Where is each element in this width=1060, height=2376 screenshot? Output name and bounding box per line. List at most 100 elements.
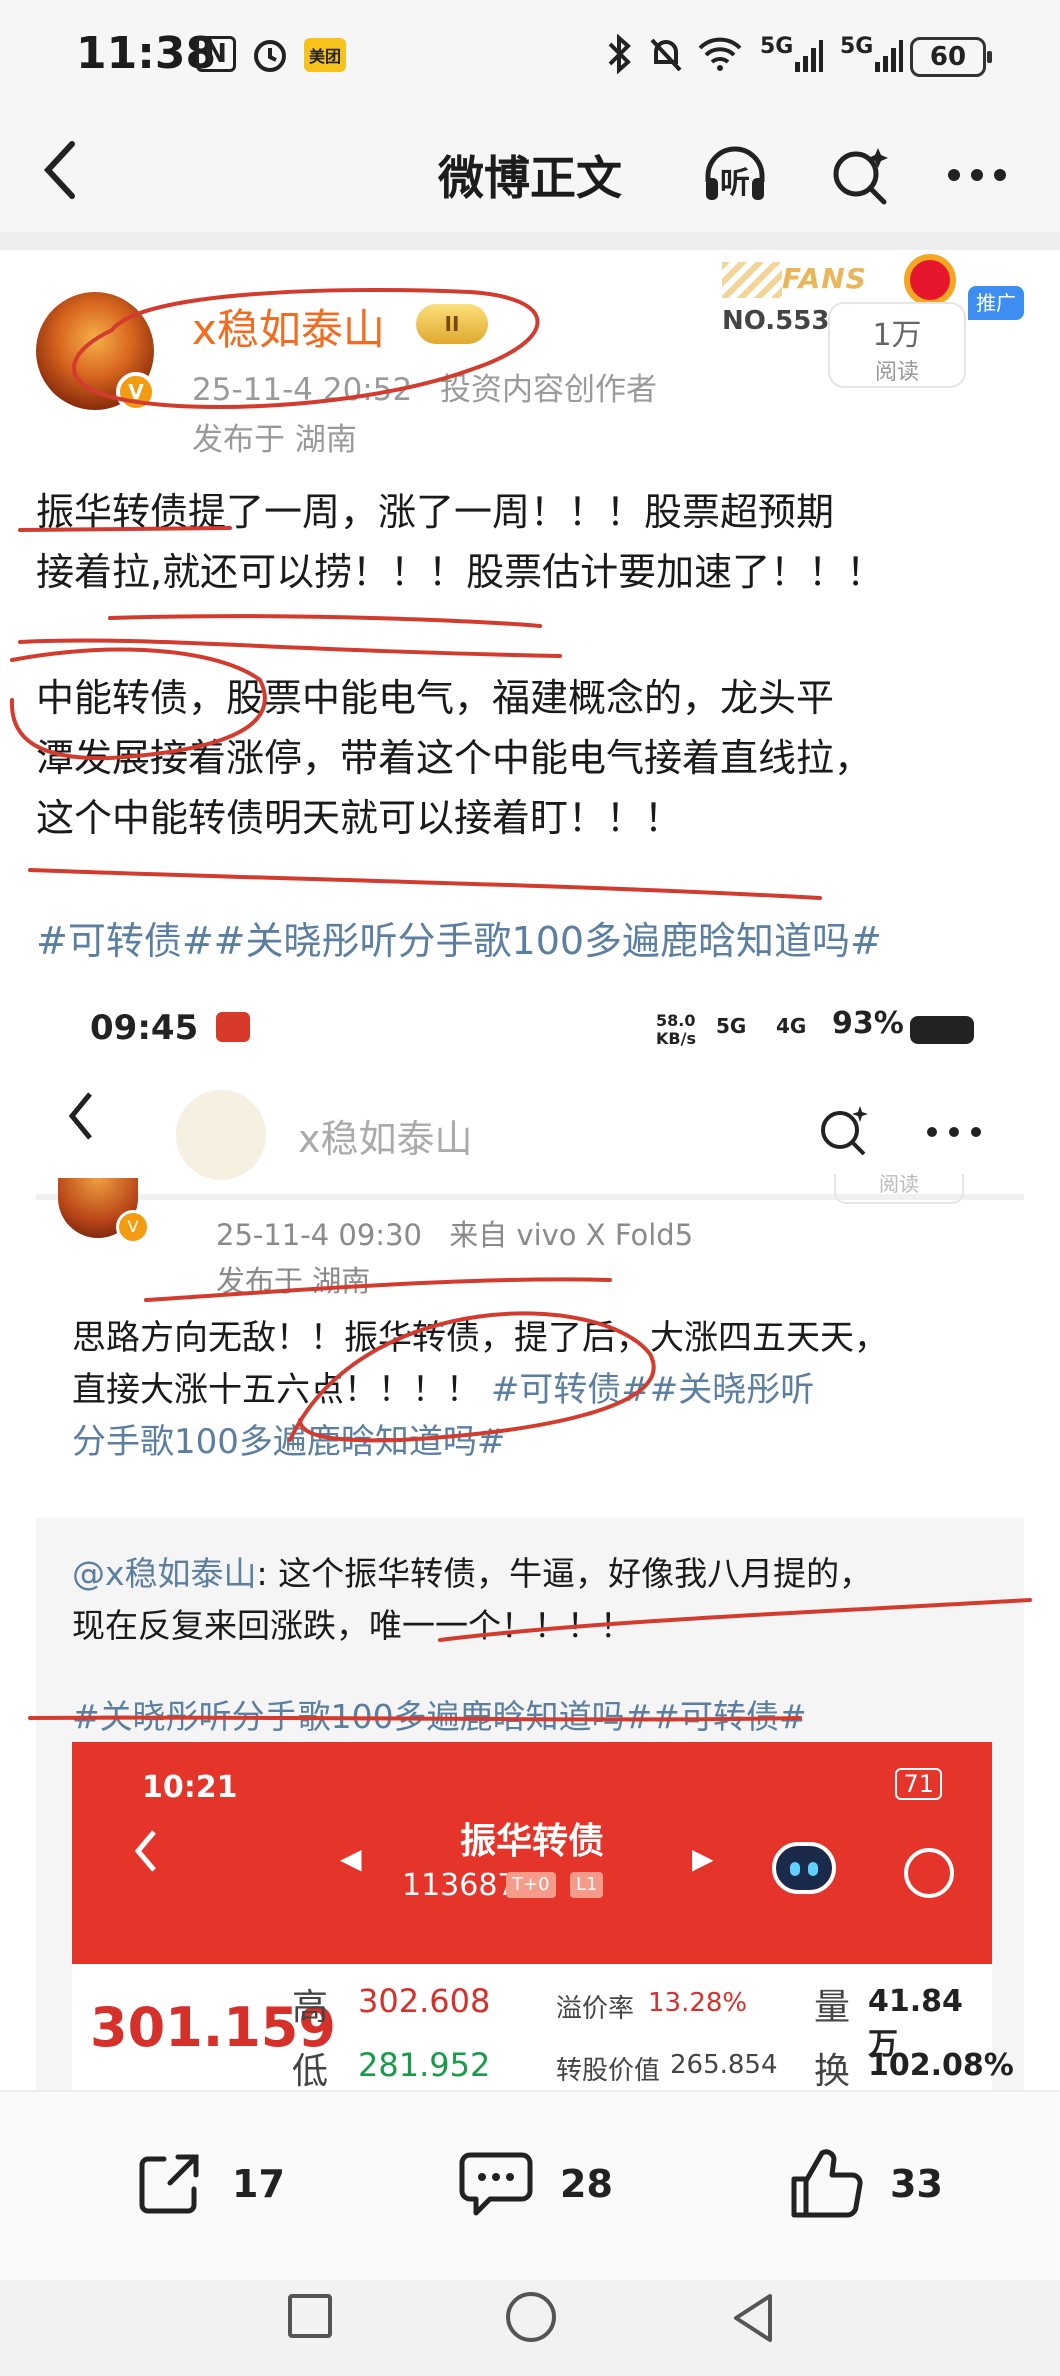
stock-volume-label: 量 (814, 1987, 851, 2028)
section-divider (0, 232, 1060, 250)
image-signal-5g: 5G (716, 1014, 747, 1038)
top-nav-bar: 微博正文 听 (0, 112, 1060, 232)
search-button[interactable] (826, 140, 896, 210)
post-date: 25-11-4 20:52 (192, 372, 413, 408)
share-count: 17 (232, 2162, 285, 2206)
image-repost-tags: #关晓彤听分手歌100多遍鹿晗知道吗##可转债# (72, 1697, 807, 1736)
stock-conv-value: 265.854 (670, 2050, 778, 2080)
post-line: 中能转债，股票中能电气，福建概念的，龙头平 (36, 676, 835, 720)
stock-code: 113687 (402, 1868, 517, 1903)
post-line: 接着拉,就还可以捞！！！股票估计要加速了！！！ (36, 550, 885, 594)
bottom-action-bar: 17 28 33 (0, 2090, 1060, 2280)
image-back-icon (66, 1088, 96, 1159)
image-status-time: 09:45 (90, 1008, 199, 1048)
alarm-icon (250, 34, 290, 74)
listen-label: 听 (720, 166, 750, 201)
image-repost-line-2: 现在反复来回涨跌，唯一一个！！！！ (72, 1606, 633, 1645)
post-image-screenshot[interactable]: 09:45 58.0 KB/s 5G 4G 93% x稳如泰山 V 阅读 25-… (36, 978, 1024, 2098)
stock-status-icons: 71 (895, 1768, 942, 1800)
post-line: 这个中能转债明天就可以接着盯！！！ (36, 796, 683, 840)
fans-stripe-decoration (722, 262, 782, 298)
post-line: 振华转债提了一周，涨了一周！！！股票超预期 (36, 490, 835, 534)
stock-turnover-label: 换 (814, 2051, 851, 2092)
signal-5g-label: 5G (760, 34, 794, 59)
system-back-button[interactable] (728, 2290, 778, 2350)
more-icon (948, 169, 1006, 181)
image-repost-text: @x稳如泰山: 这个振华转债，牛逼，好像我八月提的， 现在反复来回涨跌，唯一一个… (72, 1548, 992, 1652)
read-count-label: 阅读 (874, 360, 919, 385)
image-topic-tag-2: #关晓彤听 (649, 1370, 815, 1410)
promote-badge[interactable]: 推广 (968, 286, 1024, 320)
stock-high-label: 高 (292, 1987, 329, 2028)
stock-turnover-value: 102.08% (868, 2048, 1014, 2083)
stock-low-value: 281.952 (358, 2046, 491, 2084)
image-signal-4g: 4G (776, 1014, 807, 1038)
author-name[interactable]: x稳如泰山 (192, 296, 385, 357)
mute-icon (646, 34, 686, 74)
listen-button[interactable]: 听 (700, 140, 770, 210)
image-battery-text: 93% (832, 1006, 904, 1041)
image-repost-line-text: : 这个振华转债，牛逼，好像我八月提的， (256, 1554, 873, 1593)
stock-status-time: 10:21 (142, 1770, 238, 1805)
post-paragraph-1: 振华转债提了一周，涨了一周！！！股票超预期 接着拉,就还可以捞！！！股票估计要加… (36, 482, 1026, 602)
image-status-bar: 09:45 58.0 KB/s 5G 4G 93% (36, 978, 1024, 1068)
weibo-logo-icon (904, 254, 956, 306)
comment-icon (459, 2152, 533, 2216)
image-repost-block: @x稳如泰山: 这个振华转债，牛逼，好像我八月提的， 现在反复来回涨跌，唯一一个… (36, 1518, 1024, 2098)
image-post-meta: 25-11-4 09:30 来自 vivo X Fold5 (216, 1212, 693, 1254)
image-post-text: 思路方向无敌！！振华转债，提了后，大涨四五天天， 直接大涨十五六点！！！！ #可… (72, 1312, 1002, 1468)
stock-premium-label: 溢价率 (556, 1994, 635, 2024)
image-author-name: x稳如泰山 (298, 1117, 473, 1161)
like-button[interactable]: 33 (786, 2144, 943, 2224)
nfc-icon: N (196, 36, 236, 72)
stock-premium-value: 13.28% (648, 1988, 748, 2018)
image-net-speed: 58.0 KB/s (656, 1011, 696, 1048)
share-icon (139, 2154, 199, 2214)
signal-5g-icon: 5G (760, 34, 824, 74)
stock-next-icon: ▶ (692, 1842, 714, 1875)
system-nav-bar (0, 2280, 1060, 2376)
rank-crown-badge: II (416, 304, 488, 344)
read-count: 1万 (872, 318, 922, 353)
stock-high-value: 302.608 (358, 1982, 491, 2020)
recent-apps-button[interactable] (288, 2294, 332, 2338)
robot-assistant-icon (772, 1842, 836, 1894)
annotation-underline-4 (28, 868, 822, 900)
bluetooth-icon (604, 34, 634, 74)
post-paragraph-2: 中能转债，股票中能电气，福建概念的，龙头平 潭发展接着涨停，带着这个中能电气接着… (36, 668, 1026, 848)
image-nav-bar: x稳如泰山 (36, 1078, 1024, 1188)
post-meta: 25-11-4 20:52 投资内容创作者 (192, 364, 657, 409)
author-avatar[interactable]: V (36, 292, 156, 412)
post-line: 潭发展接着涨停，带着这个中能电气接着直线拉， (36, 736, 873, 780)
comment-button[interactable]: 28 (456, 2144, 613, 2224)
verified-badge-icon: V (116, 372, 156, 412)
image-post-line: 思路方向无敌！！振华转债，提了后，大涨四五天天， (72, 1318, 888, 1358)
stock-tag-t0: T+0 (506, 1872, 556, 1898)
image-read-label: 阅读 (834, 1174, 964, 1204)
stock-tag-l1: L1 (570, 1872, 604, 1898)
image-avatar (176, 1090, 266, 1180)
meituan-icon: 美团 (304, 38, 346, 72)
comment-count: 28 (560, 2162, 613, 2206)
stock-search-icon (904, 1848, 954, 1898)
stock-header: 10:21 71 ◀ 振华转债 113687 T+0 L1 ▶ (72, 1742, 992, 1964)
fans-label: FANS (782, 262, 867, 295)
thumbs-up-icon (791, 2149, 863, 2218)
image-post-location: 发布于 湖南 (216, 1264, 371, 1298)
stock-conv-label: 转股价值 (556, 2056, 661, 2086)
image-more-icon (924, 1100, 984, 1151)
image-topic-tag-tail: 分手歌100多遍鹿晗知道吗# (72, 1422, 506, 1462)
post-topic-tags[interactable]: #可转债##关晓彤听分手歌100多遍鹿晗知道吗# (36, 910, 882, 965)
system-back-icon (734, 2294, 772, 2342)
image-post-source: 来自 vivo X Fold5 (449, 1218, 694, 1252)
annotation-line-3 (18, 638, 562, 658)
home-button[interactable] (506, 2292, 556, 2342)
more-button[interactable] (942, 140, 1012, 210)
image-post-line-2: 直接大涨十五六点！！！！ #可转债##关晓彤听 (72, 1364, 1002, 1416)
image-app-icon (216, 1012, 250, 1042)
image-battery-icon (910, 1016, 974, 1044)
share-button[interactable]: 17 (130, 2144, 285, 2224)
signal-5g-icon-2: 5G (840, 34, 904, 74)
image-repost-line: @x稳如泰山: 这个振华转债，牛逼，好像我八月提的， (72, 1548, 992, 1600)
image-search-icon (814, 1100, 874, 1160)
